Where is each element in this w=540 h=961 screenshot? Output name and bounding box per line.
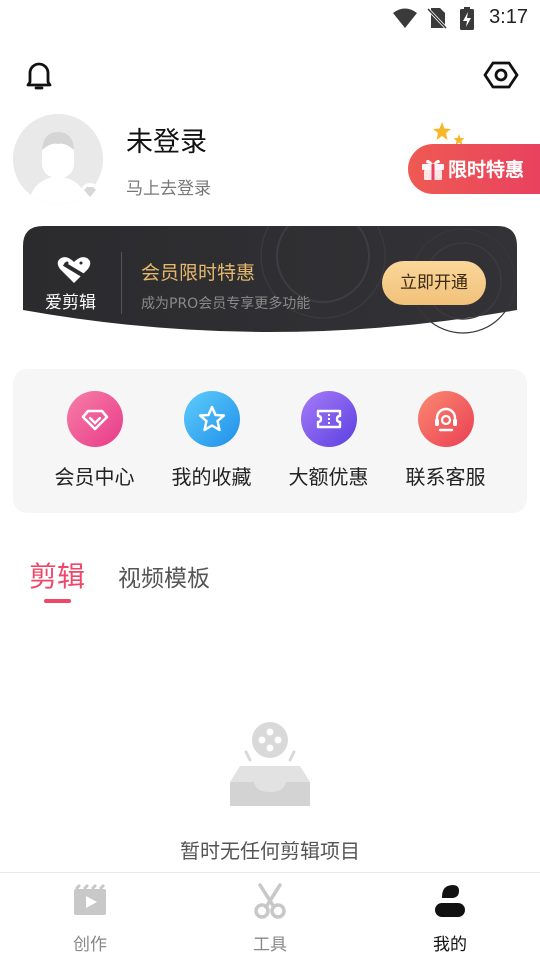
- nav-create[interactable]: 创作: [0, 873, 180, 961]
- status-bar: 3:17: [0, 0, 540, 36]
- notification-bell-button[interactable]: [21, 57, 57, 93]
- my-favorites-label: 我的收藏: [171, 465, 252, 489]
- star-icon: [183, 391, 240, 447]
- nav-mine[interactable]: 我的: [360, 873, 540, 961]
- bottom-navigation: 创作 工具 我的: [0, 872, 540, 961]
- empty-state-text: 暂时无任何剪辑项目: [180, 839, 360, 863]
- member-center-label: 会员中心: [54, 465, 135, 489]
- settings-button[interactable]: [483, 57, 519, 93]
- wifi-icon: [393, 8, 417, 28]
- nav-mine-label: 我的: [433, 935, 467, 955]
- clock: 3:17: [489, 6, 528, 28]
- ticket-icon: [300, 391, 357, 447]
- my-favorites-button[interactable]: 我的收藏: [153, 391, 270, 490]
- scissors-icon: [254, 883, 286, 919]
- headset-icon: [417, 391, 474, 447]
- quick-actions-panel: 会员中心 我的收藏 大额优惠 联系客服: [13, 369, 527, 513]
- no-sim-icon: [427, 7, 447, 29]
- nav-create-label: 创作: [73, 935, 107, 955]
- big-discount-button[interactable]: 大额优惠: [270, 391, 387, 490]
- nav-tools[interactable]: 工具: [180, 873, 360, 961]
- login-link[interactable]: 马上去登录: [126, 174, 211, 199]
- tab-editing[interactable]: 剪辑: [29, 555, 85, 595]
- diamond-icon: [66, 391, 123, 447]
- big-discount-label: 大额优惠: [288, 465, 369, 489]
- settings-hexagon-icon: [483, 61, 519, 89]
- nav-tools-label: 工具: [253, 935, 287, 955]
- customer-service-label: 联系客服: [405, 465, 486, 489]
- empty-box-film-reel-icon: [230, 722, 310, 806]
- member-center-button[interactable]: 会员中心: [36, 391, 153, 490]
- gift-icon: [422, 159, 444, 180]
- customer-service-button[interactable]: 联系客服: [387, 391, 504, 490]
- video-clapper-icon: [74, 883, 106, 915]
- vip-brand-label: 爱剪辑: [45, 293, 96, 313]
- limited-offer-label: 限时特惠: [448, 159, 525, 181]
- limited-offer-button[interactable]: 限时特惠: [408, 144, 540, 194]
- tab-active-indicator: [44, 599, 71, 603]
- heart-film-logo-icon: [57, 257, 91, 283]
- vip-banner[interactable]: 爱剪辑 会员限时特惠 成为PRO会员专享更多功能 立即开通: [23, 226, 517, 338]
- activate-vip-button[interactable]: 立即开通: [382, 261, 486, 305]
- vip-divider: [121, 252, 122, 314]
- person-icon: [435, 885, 465, 917]
- tab-video-templates[interactable]: 视频模板: [118, 559, 210, 593]
- username[interactable]: 未登录: [126, 120, 207, 159]
- battery-charging-icon: [460, 7, 474, 30]
- vip-subtitle: 成为PRO会员专享更多功能: [141, 296, 311, 312]
- bell-icon: [26, 62, 52, 90]
- avatar-badge-icon: [81, 183, 99, 201]
- vip-title: 会员限时特惠: [141, 262, 256, 284]
